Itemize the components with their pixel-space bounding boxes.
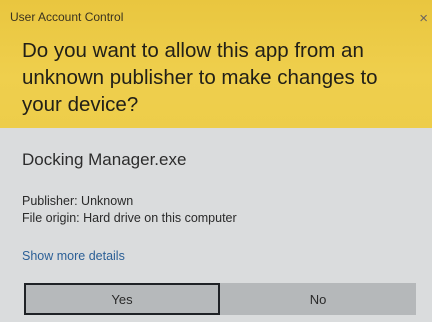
app-name: Docking Manager.exe [22,150,187,169]
window-title: User Account Control [10,10,124,24]
permission-question: Do you want to allow this app from an un… [22,39,378,116]
publisher-info: Publisher: Unknown [22,194,134,208]
dialog-header: User Account Control × Do you want to al… [0,0,432,128]
yes-button[interactable]: Yes [24,283,220,315]
button-row: Yes No [24,283,416,317]
file-origin-info: File origin: Hard drive on this computer [22,211,237,225]
close-icon[interactable]: × [419,11,428,26]
show-more-details-link[interactable]: Show more details [22,249,125,263]
uac-dialog: User Account Control × Do you want to al… [0,0,432,322]
no-button[interactable]: No [220,283,416,315]
